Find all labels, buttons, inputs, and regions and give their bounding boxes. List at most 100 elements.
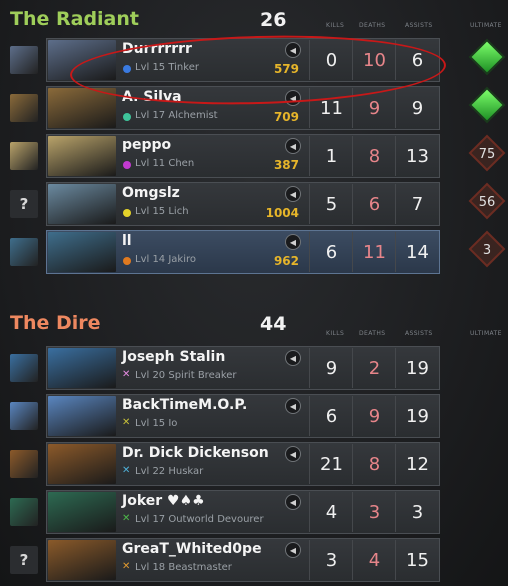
player-avatar[interactable]: ? — [10, 190, 38, 218]
kills-stat: 9 — [309, 348, 353, 388]
player-color-dot — [123, 257, 131, 265]
dire-player-row: BackTimeM.O.P. ✕ Lvl 15 Io ◀ 6 9 19 — [0, 392, 508, 440]
speaker-icon[interactable]: ◀ — [285, 350, 301, 366]
radiant-player-row: ? Omgslz Lvl 15 Lich 1004 ◀ 5 6 7 56 — [0, 180, 508, 228]
radiant-ultimate-header: ULTIMATE — [470, 22, 502, 29]
hero-portrait — [48, 348, 116, 388]
hero-level-info: Lvl 17 Outworld Devourer — [135, 514, 264, 525]
deaths-stat: 6 — [352, 184, 396, 224]
ultimate-status-icon — [468, 38, 506, 76]
speaker-icon[interactable]: ◀ — [285, 234, 301, 250]
player-avatar[interactable] — [10, 142, 38, 170]
deaths-stat: 11 — [352, 232, 396, 272]
ultimate-cooldown: 3 — [482, 242, 492, 258]
player-panel[interactable]: ll Lvl 14 Jakiro 962 ◀ 6 11 14 — [46, 230, 440, 274]
player-name: BackTimeM.O.P. — [122, 397, 248, 413]
speaker-icon[interactable]: ◀ — [285, 446, 301, 462]
radiant-kills-header: KILLS — [326, 22, 345, 29]
hero-portrait — [48, 232, 116, 272]
radiant-assists-header: ASSISTS — [405, 22, 433, 29]
speaker-icon[interactable]: ◀ — [285, 542, 301, 558]
player-avatar[interactable] — [10, 46, 38, 74]
dire-player-row: Joseph Stalin ✕ Lvl 20 Spirit Breaker ◀ 9 2 19 — [0, 344, 508, 392]
assists-stat: 14 — [395, 232, 439, 272]
hero-level-info: Lvl 18 Beastmaster — [135, 562, 232, 573]
radiant-score: 26 — [260, 9, 287, 31]
player-name: Joseph Stalin — [122, 349, 226, 365]
kills-stat: 1 — [309, 136, 353, 176]
dire-cross-icon: ✕ — [122, 369, 131, 380]
gold-amount: 387 — [273, 158, 299, 172]
deaths-stat: 8 — [352, 444, 396, 484]
player-panel[interactable]: peppo Lvl 11 Chen 387 ◀ 1 8 13 — [46, 134, 440, 178]
dire-cross-icon: ✕ — [122, 513, 131, 524]
assists-stat: 7 — [395, 184, 439, 224]
hero-level-info: Lvl 14 Jakiro — [135, 254, 197, 265]
assists-stat: 3 — [395, 492, 439, 532]
kills-stat: 6 — [309, 396, 353, 436]
dire-score: 44 — [260, 313, 287, 335]
player-panel[interactable]: Joker ♥♠♣ ✕ Lvl 17 Outworld Devourer ◀ 4 3 3 — [46, 490, 440, 534]
player-panel[interactable]: Joseph Stalin ✕ Lvl 20 Spirit Breaker ◀ 9 2 19 — [46, 346, 440, 390]
deaths-stat: 3 — [352, 492, 396, 532]
hero-level-info: Lvl 15 Lich — [135, 206, 189, 217]
hero-level-info: Lvl 22 Huskar — [135, 466, 204, 477]
player-avatar[interactable]: ? — [10, 546, 38, 574]
kills-stat: 5 — [309, 184, 353, 224]
gold-amount: 709 — [273, 110, 299, 124]
speaker-icon[interactable]: ◀ — [285, 494, 301, 510]
player-avatar[interactable] — [10, 498, 38, 526]
dire-player-row: Joker ♥♠♣ ✕ Lvl 17 Outworld Devourer ◀ 4 3 3 — [0, 488, 508, 536]
player-color-dot — [123, 161, 131, 169]
assists-stat: 9 — [395, 88, 439, 128]
player-avatar[interactable] — [10, 354, 38, 382]
dire-kills-header: KILLS — [326, 330, 345, 337]
player-name: ll — [122, 233, 132, 249]
player-name: Dr. Dick Dickenson — [122, 445, 269, 461]
kills-stat: 21 — [309, 444, 353, 484]
hero-portrait — [48, 540, 116, 580]
hero-level-info: Lvl 20 Spirit Breaker — [135, 370, 237, 381]
deaths-stat: 8 — [352, 136, 396, 176]
hero-portrait — [48, 184, 116, 224]
hero-level-info: Lvl 17 Alchemist — [135, 110, 218, 121]
assists-stat: 19 — [395, 348, 439, 388]
player-name: Omgslz — [122, 185, 180, 201]
player-panel[interactable]: BackTimeM.O.P. ✕ Lvl 15 Io ◀ 6 9 19 — [46, 394, 440, 438]
hero-level-info: Lvl 11 Chen — [135, 158, 195, 169]
kills-stat: 4 — [309, 492, 353, 532]
assists-stat: 12 — [395, 444, 439, 484]
ultimate-status-icon — [468, 86, 506, 124]
player-color-dot — [123, 113, 131, 121]
ultimate-cooldown: 75 — [478, 146, 496, 162]
player-name: Joker ♥♠♣ — [122, 493, 205, 509]
radiant-player-row: ll Lvl 14 Jakiro 962 ◀ 6 11 14 3 — [0, 228, 508, 276]
player-panel[interactable]: GreaT_Whited0pe ✕ Lvl 18 Beastmaster ◀ 3 4 15 — [46, 538, 440, 582]
assists-stat: 15 — [395, 540, 439, 580]
dire-team-name: The Dire — [10, 312, 101, 334]
player-color-dot — [123, 209, 131, 217]
player-avatar[interactable] — [10, 94, 38, 122]
speaker-icon[interactable]: ◀ — [285, 138, 301, 154]
deaths-stat: 2 — [352, 348, 396, 388]
player-avatar[interactable] — [10, 450, 38, 478]
hero-level-info: Lvl 15 Io — [135, 418, 178, 429]
speaker-icon[interactable]: ◀ — [285, 186, 301, 202]
assists-stat: 13 — [395, 136, 439, 176]
speaker-icon[interactable]: ◀ — [285, 398, 301, 414]
dire-cross-icon: ✕ — [122, 561, 131, 572]
player-avatar[interactable] — [10, 402, 38, 430]
gold-amount: 962 — [273, 254, 299, 268]
deaths-stat: 4 — [352, 540, 396, 580]
player-panel[interactable]: Dr. Dick Dickenson ✕ Lvl 22 Huskar ◀ 21 8 12 — [46, 442, 440, 486]
dire-cross-icon: ✕ — [122, 465, 131, 476]
deaths-stat: 9 — [352, 396, 396, 436]
player-panel[interactable]: Omgslz Lvl 15 Lich 1004 ◀ 5 6 7 — [46, 182, 440, 226]
player-name: peppo — [122, 137, 172, 153]
assists-stat: 19 — [395, 396, 439, 436]
kills-stat: 6 — [309, 232, 353, 272]
hero-portrait — [48, 136, 116, 176]
radiant-player-row: peppo Lvl 11 Chen 387 ◀ 1 8 13 75 — [0, 132, 508, 180]
kills-stat: 3 — [309, 540, 353, 580]
player-avatar[interactable] — [10, 238, 38, 266]
